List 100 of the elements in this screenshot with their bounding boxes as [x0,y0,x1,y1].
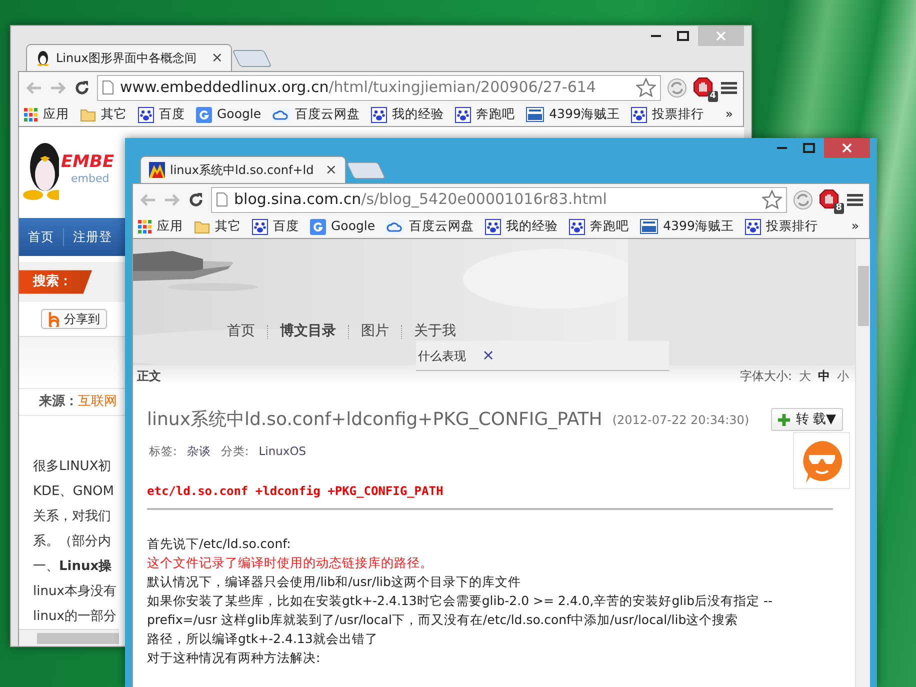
blog-nav-link[interactable]: 首页 [227,321,255,342]
close-icon [842,143,852,153]
floating-widget[interactable] [793,432,850,489]
font-size-option[interactable]: 中 [818,366,830,384]
stop-hand-extension-button[interactable]: 4 [693,76,715,98]
paw-icon [630,106,647,122]
bookmark-item[interactable]: Google [196,105,262,124]
penguin-logo-icon [23,140,59,202]
address-bar[interactable]: www.embeddedlinux.org.cn/html/tuxingjiemian/200906/27-614 [97,74,661,100]
reload-icon[interactable] [73,78,91,96]
source-label: 来源： [39,393,78,412]
more-bookmarks-button[interactable]: » [851,217,859,236]
sync-icon[interactable] [793,190,813,210]
star-icon[interactable] [762,190,782,209]
bookmark-item[interactable]: 其它 [194,217,241,236]
font-size-option[interactable]: 大 [799,366,811,384]
url-text: blog.sina.com.cn/s/blog_5420e00001016r83.html [234,189,608,210]
site-logo-subtext: embed [70,171,110,188]
cloud-icon [386,220,404,234]
bookmark-item[interactable]: 投票排行 [630,105,704,124]
share-button[interactable]: 分享到 [41,309,107,329]
paragraph-line: linux本身没有 [33,583,116,601]
game-tile-icon [640,219,658,234]
url-text: www.embeddedlinux.org.cn/html/tuxingjiemian/200906/27-614 [120,77,597,98]
font-size-label: 字体大小: [740,368,792,384]
body-text-line: 路径，所以编译gtk+-2.4.13就会出错了 [147,631,378,646]
badge-count: 8 [834,202,844,214]
bookmark-item[interactable]: 百度云网盘 [386,217,474,236]
back-arrow-icon[interactable] [25,80,43,96]
address-bar[interactable]: blog.sina.com.cn/s/blog_5420e00001016r83.html [211,186,787,212]
bookmark-item[interactable]: 4399海贼王 [640,217,734,236]
menu-icon[interactable] [721,80,737,94]
menu-icon[interactable] [847,192,863,206]
category-link[interactable]: LinuxOS [258,443,306,460]
close-button[interactable] [824,138,870,158]
g-logo-icon [196,106,212,122]
paw-icon [455,106,472,122]
bookmark-item[interactable]: 我的经验 [485,217,558,236]
paw-icon [485,218,502,234]
paw-icon [744,218,761,234]
folder-icon [80,108,96,122]
bookmark-item[interactable]: 投票排行 [744,217,818,236]
penguin-icon [35,50,51,66]
cloud-icon [272,108,290,122]
browser-tab[interactable]: Linux图形界面中各概念间 × [26,44,232,71]
page-icon [102,80,114,95]
bookmark-item[interactable]: 百度云网盘 [272,105,360,124]
paragraph-line: 一、Linux操 [33,558,112,576]
repost-button[interactable]: 转 载▼ [770,408,843,432]
category-label: 分类: [220,443,249,460]
tab-close-button[interactable]: × [211,48,223,68]
bookmark-item[interactable]: 奔跑吧 [455,105,516,124]
folder-icon [194,220,210,234]
vertical-scrollbar[interactable] [855,239,870,687]
paragraph-line: linux的一部分 [33,608,116,626]
paragraph-line: KDE、GNOM [33,483,114,501]
bookmark-item[interactable]: 我的经验 [371,105,444,124]
bookmark-item[interactable]: 百度 [252,217,299,236]
stop-hand-extension-button[interactable]: 8 [819,188,841,210]
blog-nav-link[interactable]: 图片 [361,321,389,342]
new-tab-button[interactable] [232,50,272,67]
forward-arrow-icon[interactable] [163,192,181,208]
g-logo-icon [310,218,326,234]
horizontal-scrollbar[interactable] [19,629,119,646]
site-logo-text: EMBE [61,154,114,172]
bookmark-item[interactable]: 奔跑吧 [569,217,630,236]
tag-link[interactable]: 杂谈 [186,443,211,460]
bookmark-item[interactable]: 百度 [138,105,185,124]
maximize-icon [802,143,814,153]
search-label: 搜索： [19,270,92,294]
back-arrow-icon[interactable] [139,192,157,208]
star-icon[interactable] [636,78,656,97]
bookmark-item[interactable]: 其它 [80,105,127,124]
nav-link[interactable]: 注册登 [64,228,112,246]
more-bookmarks-button[interactable]: » [725,105,733,124]
bookmark-item[interactable]: 应用 [137,217,183,236]
bookmark-item[interactable]: Google [310,217,376,236]
new-tab-button[interactable] [346,162,386,179]
tab-title: linux系统中ld.so.conf+ld [170,162,315,179]
tab-close-button[interactable]: × [325,160,337,180]
bookmark-item[interactable]: 4399海贼王 [526,105,620,124]
page-icon [216,192,228,207]
blog-nav-link[interactable]: 关于我 [414,321,456,342]
section-label: 正文 [137,368,161,384]
sync-icon[interactable] [667,78,687,98]
popup-close-button[interactable]: × [482,344,495,367]
bookmark-item[interactable]: 应用 [23,105,69,124]
scrollbar-thumb[interactable] [37,632,119,644]
font-size-option[interactable]: 小 [837,366,849,384]
reload-icon[interactable] [187,190,205,208]
scrollbar-thumb[interactable] [858,266,868,326]
browser-tab[interactable]: linux系统中ld.so.conf+ld × [140,156,346,183]
forward-arrow-icon[interactable] [49,80,67,96]
body-text-line: prefix=/usr 这样glib库就装到了/usr/local下，而又没有在/etc/ld.so.conf中添加/usr/local/lib这个搜索 [147,612,738,628]
tags-label: 标签: [149,443,177,460]
share-b-icon [48,311,60,327]
paragraph-line: 很多LINUX初 [33,458,112,476]
blog-nav-link[interactable]: 博文目录 [280,321,336,342]
body-text-line: 如果你安装了某些库，比如在安装gtk+-2.4.13时它会需要glib-2.0 >= 2.4.0,辛苦的安装好glib后没有指定 -- [147,593,773,608]
nav-link[interactable]: 首页 [19,228,64,246]
